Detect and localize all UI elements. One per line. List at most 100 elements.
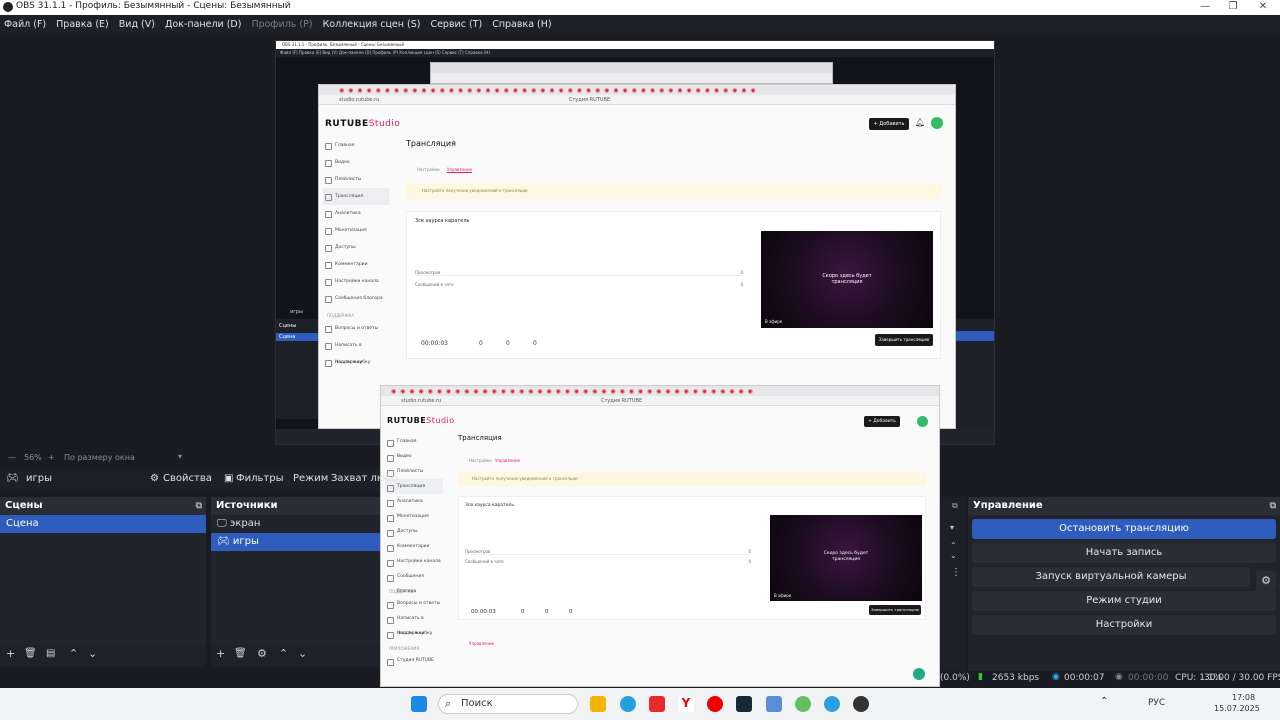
add-scene-icon[interactable]: + [6,647,15,660]
panel-undock-icon[interactable]: ⧉ [196,497,202,515]
zoom-in-icon[interactable]: + [48,453,55,462]
add-source-icon[interactable]: + [216,647,225,660]
capture-mode-select[interactable]: Захват любо [331,473,398,484]
nested-counter: 0 [506,340,510,347]
controls-undock-icon[interactable]: ⧉ [1270,497,1276,515]
minimize-button[interactable]: — [1190,0,1220,15]
nested-live-badge: В эфире [765,319,783,324]
gear-icon: ⚙︎ [150,473,159,484]
strip-undock-icon[interactable]: ⧉ [952,501,958,511]
signal-icon: ▮ [978,672,983,682]
menu-profile: Профиль (P) [251,18,313,30]
fps-display: 30.00 / 30.00 FPS [1204,673,1280,683]
menu-tools[interactable]: Сервис (T) [430,19,482,30]
dropped-frames: (0.0%) [940,673,970,683]
stop-streaming-button[interactable]: Остановить трансляцию [972,519,1276,539]
nested-front-card: 3св хаурса каратель Просмотров 0 Сообщени… [458,496,926,620]
sources-list: 🖵︎ экран 🎮︎ игры [211,515,380,645]
properties-button[interactable]: Свойства [163,473,212,484]
obs-taskbar-icon[interactable] [853,696,869,712]
remove-scene-icon[interactable]: 🗑︎ [24,648,37,659]
mode-button[interactable]: Режим [293,473,328,484]
windows-start-icon[interactable] [411,696,427,712]
strip-up-icon[interactable]: ⌃ [950,541,957,550]
yandex-browser-icon[interactable] [649,696,665,712]
nested-source-label: игры [290,309,303,315]
nested-notice: Настройте получение уведомлений о трансл… [406,183,941,199]
input-language[interactable]: РУС [1148,698,1165,708]
file-explorer-icon[interactable] [590,696,606,712]
source-item[interactable]: 🖵︎ экран [211,515,380,533]
nested-tab-manage: Управление [447,167,473,173]
menu-view[interactable]: Вид (V) [119,19,155,30]
monitor-icon: 🖵︎ [217,518,227,529]
scene-item[interactable]: Сцена [0,515,206,533]
scene-filters-icon[interactable]: ▤ [46,648,55,659]
close-button[interactable]: ✕ [1248,0,1278,15]
zoom-bar: — 56% + По размеру окна ▾ [0,451,380,465]
menu-docks[interactable]: Док-панели (D) [165,19,241,30]
nested-sidebar: Главная Видео Плейлисты Трансляция Анали… [323,137,389,371]
chrome-icon[interactable] [795,696,811,712]
menu-scene-collection[interactable]: Коллекция сцен (S) [323,19,421,30]
start-virtual-camera-button[interactable]: Запуск виртуальной камеры [972,567,1250,587]
nested-front-title: Трансляция [458,434,502,442]
filters-button[interactable]: Фильтры [236,473,283,484]
remove-source-icon[interactable]: 🗑︎ [234,648,247,659]
menu-edit[interactable]: Правка (E) [56,19,109,30]
nested-scene-item: Сцена [276,333,320,341]
nested-front-tab: Управление [495,458,521,463]
strip-down-icon[interactable]: ⌄ [950,551,957,560]
source-up-icon[interactable]: ⌃ [279,647,288,660]
edge-icon[interactable] [620,696,636,712]
yandex-icon[interactable]: Y [678,696,694,712]
strip-dropdown-icon[interactable]: ▾ [950,523,954,532]
nested-avatar [931,117,943,129]
move-up-icon[interactable]: ⌃ [69,647,78,660]
title-bar: OBS 31.1.1 - Профиль: Безымянный - Сцены… [0,0,1280,15]
studio-mode-button[interactable]: Режим студии [972,591,1276,611]
stream-icon: ◉ [1052,672,1060,682]
source-settings-icon[interactable]: ⚙︎ [257,647,267,660]
nested-sidebar-item: Трансляция [323,188,389,205]
zoom-mode[interactable]: По размеру окна [64,453,135,462]
nested-front-player: Скоро здесь будет трансляция В эфире [770,515,922,601]
app-icon[interactable] [766,696,782,712]
nested-obs-scenes: Сцены Сцена [276,319,320,419]
scenes-panel: Сцены ⧉ Сцена [0,497,206,645]
zoom-value: 56% [24,453,42,462]
steam-icon[interactable] [736,696,752,712]
tray-chevron-icon[interactable]: ⌃ [1100,696,1108,707]
menu-file[interactable]: Файл (F) [4,19,46,30]
nested-url: studio.rutube.ru [339,97,380,103]
move-down-icon[interactable]: ⌄ [88,647,97,660]
menu-help[interactable]: Справка (H) [492,19,551,30]
nested-obs-title: OBS 31.1.1 - Профиль: Безымянный - Сцены… [276,41,994,49]
source-down-icon[interactable]: ⌄ [298,647,307,660]
gamepad-icon: 🎮︎ [217,536,230,547]
nested-scenes-header: Сцены [279,323,297,329]
strip-menu-icon[interactable]: ⋮ [951,567,961,578]
virtual-camera-settings-icon[interactable]: ⚙︎ [1256,571,1276,591]
search-placeholder: Поиск [461,698,493,709]
status-bar: (0.0%) ▮ 2653 kbps ◉ 00:00:07 ◉ 00:00:00… [940,671,1280,685]
rutube-logo: RUTUBEStudio [325,119,401,129]
nested-sidebar-item: Настройки канала [323,273,389,290]
source-item[interactable]: 🎮︎ игры [211,533,380,551]
nested-end-stream-button: Завершить трансляцию [875,334,933,346]
zoom-mode-dropdown-icon[interactable]: ▾ [178,452,182,461]
settings-button[interactable]: Настройки [972,615,1276,635]
nested-obs-controls [956,319,994,429]
taskbar-search[interactable]: ⌕ Поиск [438,694,578,714]
start-recording-button[interactable]: Начать запись [972,543,1276,563]
clock-time[interactable]: 17:08 [1232,693,1255,702]
nested-front-address: studio.rutube.ru Студия RUTUBE [381,396,939,406]
clock-date[interactable]: 15.07.2025 [1214,704,1260,713]
transitions-strip: ⧉ ▾ ⌃ ⌄ ⋮ [940,497,966,671]
nested-sidebar-item: Доступы [323,239,389,256]
telegram-icon[interactable] [824,696,840,712]
nested-sidebar-item: Комментарии [323,256,389,273]
zoom-out-icon[interactable]: — [8,453,16,462]
maximize-button[interactable]: ❐ [1218,0,1248,15]
opera-icon[interactable] [707,696,723,712]
